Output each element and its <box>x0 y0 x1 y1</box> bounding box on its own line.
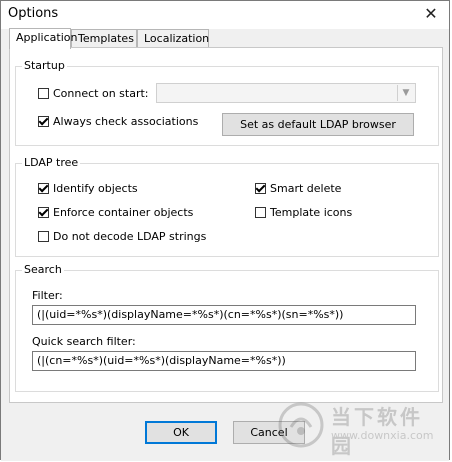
title-bar: Options ✕ <box>1 1 449 29</box>
search-group-title: Search <box>22 263 64 277</box>
tab-templates[interactable]: Templates <box>71 29 137 48</box>
options-dialog: Options ✕ Application Templates Localiza… <box>0 0 450 461</box>
do-not-decode-checkbox[interactable]: Do not decode LDAP strings <box>38 228 206 244</box>
ldap-tree-group-title: LDAP tree <box>22 156 81 170</box>
template-icons-checkbox[interactable]: Template icons <box>255 204 352 220</box>
connect-on-start-checkbox[interactable]: Connect on start: <box>38 85 149 101</box>
checkbox-icon[interactable] <box>38 87 49 99</box>
checkbox-icon[interactable] <box>38 230 49 242</box>
filter-label: Filter: <box>32 289 63 302</box>
checkbox-icon[interactable] <box>255 182 266 194</box>
template-icons-label: Template icons <box>270 205 353 219</box>
checkbox-icon[interactable] <box>255 206 266 218</box>
always-check-checkbox[interactable]: Always check associations <box>38 113 198 129</box>
connect-on-start-label: Connect on start: <box>53 86 149 100</box>
dialog-button-bar: OK Cancel <box>1 405 449 461</box>
cancel-button[interactable]: Cancel <box>233 421 305 444</box>
checkbox-icon[interactable] <box>38 206 49 218</box>
always-check-label: Always check associations <box>53 114 199 128</box>
startup-group: Startup Connect on start: ▼ Always check… <box>15 59 439 146</box>
tab-application[interactable]: Application <box>9 28 77 49</box>
filter-input[interactable]: (|(uid=*%s*)(displayName=*%s*)(cn=*%s*)(… <box>32 305 416 325</box>
set-default-ldap-browser-button[interactable]: Set as default LDAP browser <box>222 113 414 136</box>
tab-localization[interactable]: Localization <box>137 29 209 48</box>
do-not-decode-label: Do not decode LDAP strings <box>53 229 207 243</box>
window-title: Options <box>8 6 59 21</box>
close-icon[interactable]: ✕ <box>421 4 441 24</box>
chevron-down-icon[interactable]: ▼ <box>397 85 414 101</box>
checkbox-icon[interactable] <box>38 182 49 194</box>
identify-objects-label: Identify objects <box>53 181 138 195</box>
quick-search-filter-label: Quick search filter: <box>32 335 136 348</box>
application-panel: Startup Connect on start: ▼ Always check… <box>9 47 443 403</box>
smart-delete-checkbox[interactable]: Smart delete <box>255 180 341 196</box>
quick-search-filter-input[interactable]: (|(cn=*%s*)(uid=*%s*)(displayName=*%s*)) <box>32 351 416 371</box>
identify-objects-checkbox[interactable]: Identify objects <box>38 180 138 196</box>
connect-server-combo[interactable]: ▼ <box>156 83 416 103</box>
smart-delete-label: Smart delete <box>270 181 342 195</box>
ldap-tree-group: LDAP tree Identify objects Smart delete … <box>15 156 439 257</box>
checkbox-icon[interactable] <box>38 115 49 127</box>
startup-group-title: Startup <box>22 59 67 73</box>
enforce-container-checkbox[interactable]: Enforce container objects <box>38 204 193 220</box>
enforce-container-label: Enforce container objects <box>53 205 194 219</box>
ok-button[interactable]: OK <box>145 421 217 444</box>
search-group: Search Filter: (|(uid=*%s*)(displayName=… <box>15 263 439 392</box>
